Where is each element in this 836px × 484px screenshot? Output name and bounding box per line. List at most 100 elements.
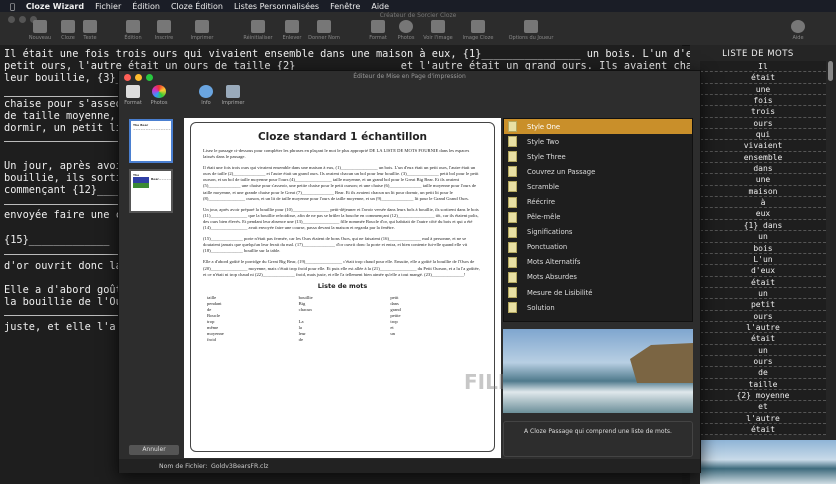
word-list-item[interactable]: {2} moyenne [700,389,826,402]
style-item[interactable]: Ponctuation [504,240,692,255]
word-list-item[interactable]: un [700,231,826,243]
toolbar-player-options[interactable]: Options du Joueur [506,20,556,41]
word-list-item[interactable]: petit [700,299,826,311]
label: Options du Joueur [508,35,554,41]
word-list-item[interactable]: de [700,367,826,379]
style-item[interactable]: Style Two [504,134,692,149]
word-list-item[interactable]: L'un [700,253,826,266]
style-item[interactable]: Significations [504,225,692,240]
word-list-item[interactable]: ours [700,310,826,322]
style-list[interactable]: Style One Style Two Style Three Couvrez un … [503,118,693,322]
toolbar-cloze-image[interactable]: Image Cloze [458,20,498,41]
word-list-item[interactable]: maison [700,185,826,198]
word-list-item[interactable]: trois [700,106,826,118]
word-list-item[interactable]: eux [700,208,826,220]
menu-fenetre[interactable]: Fenêtre [330,2,360,11]
menu-edition[interactable]: Édition [132,2,160,11]
style-label: Style One [527,122,561,131]
photos-button[interactable]: Photos [139,85,179,106]
document-icon [508,166,517,178]
word-list-item[interactable]: ensemble [700,151,826,164]
word-list-item[interactable]: et [700,401,826,413]
menu-cloze-edition[interactable]: Cloze Édition [171,2,223,11]
style-item[interactable]: Pêle-mêle [504,210,692,225]
photos-icon [152,85,166,98]
print-layout-dialog: Éditeur de Mise en Page d'impression For… [118,70,701,473]
scrollbar[interactable] [828,61,833,81]
page-thumbnail-1[interactable]: The Bear~~~~~~~~~~~~~~~~~~~~~~~~~~~~~~~~… [129,119,173,163]
menu-app[interactable]: Cloze Wizard [26,2,84,11]
document-icon [508,256,517,268]
document-icon [508,211,517,223]
document-icon [508,302,517,314]
word-list-item[interactable]: un [700,287,826,300]
style-item[interactable]: Couvrez un Passage [504,164,692,179]
style-label: Mesure de Lisibilité [527,288,593,297]
word-list-item[interactable]: vivaient [700,140,826,152]
label: Imprimer [221,100,245,106]
toolbar-name[interactable]: Donner Nom [304,20,344,41]
style-item[interactable]: Style One [504,119,692,135]
new-icon [33,20,47,33]
style-item[interactable]: Mesure de Lisibilité [504,285,692,300]
word-list-item[interactable]: {1} dans [700,219,826,232]
cancel-button[interactable]: Annuler [129,445,179,455]
page-title: Cloze standard 1 échantillon [257,131,428,143]
word-list-item[interactable]: taille [700,378,826,390]
cliff-shape [630,343,693,383]
blank-line [4,204,122,205]
word-list-item[interactable]: Il [700,61,826,73]
page-word: froid [207,337,216,343]
word-list-item[interactable]: l'autre [700,412,826,424]
style-item[interactable]: Scramble [504,179,692,194]
style-item[interactable]: Mots Alternatifs [504,255,692,270]
style-label: Mots Absurdes [527,273,577,282]
thumb-title: The Bear [133,123,149,127]
word-list-item[interactable]: était [700,276,826,288]
word-list-item[interactable]: ours [700,117,826,130]
dialog-footer: Nom de Fichier: Goldv3BearsFR.clz [119,459,700,473]
word-list-item[interactable]: l'autre [700,321,826,334]
style-item[interactable]: Réécrire [504,194,692,209]
word-list-item[interactable]: une [700,174,826,186]
toolbar-print[interactable]: Imprimer [182,20,222,41]
word-list-item[interactable]: était [700,424,826,436]
page-thumbnail-2[interactable]: The Bear~~~~~~~~~~~~~~~~~~~~~~~~~~~~~~~~… [129,169,173,213]
label: Texte [83,35,97,41]
word-list-item[interactable]: ours [700,355,826,368]
word-list-item[interactable]: à [700,197,826,209]
style-item[interactable]: Style Three [504,149,692,164]
menu-listes[interactable]: Listes Personnalisées [234,2,319,11]
style-item[interactable]: Solution [504,300,692,315]
word-list-item[interactable]: fois [700,95,826,107]
word-list-item[interactable]: bois [700,242,826,254]
label: Aide [792,35,804,41]
page-preview: Cloze standard 1 échantillon Lisez le pa… [184,118,542,458]
style-item[interactable]: Mots Absurdes [504,270,692,285]
word-list-item[interactable]: qui [700,129,826,141]
print-button[interactable]: Imprimer [213,85,253,106]
toolbar-help[interactable]: Aide [778,20,818,41]
toolbar-view-image[interactable]: Voir l'image [418,20,458,41]
apple-menu-icon[interactable]:  [10,2,15,11]
word-list[interactable]: Il était une fois trois ours qui vivaient ensemb… [700,61,826,436]
text-line: de taille moyenne, et [4,110,135,122]
menu-fichier[interactable]: Fichier [95,2,121,11]
word-list-item[interactable]: une [700,83,826,96]
word-list-item[interactable]: un [700,344,826,356]
word-list-item[interactable]: d'eux [700,265,826,277]
word-list-item[interactable]: était [700,333,826,345]
page-paragraph: (15)______________ porte n'était pas fer… [203,236,468,254]
printer-icon [226,85,240,98]
word-list-item[interactable]: était [700,72,826,84]
document-icon [508,287,517,299]
word-list-item[interactable]: dans [700,163,826,175]
toolbar-save[interactable]: Inscrire [144,20,184,41]
blank-line [4,141,122,142]
text-line: Il était une fois trois ours qui vivaien… [4,48,761,60]
document-icon [508,136,517,148]
toolbar-text[interactable]: Texte [70,20,110,41]
style-label: Réécrire [527,198,556,207]
preview-photo [503,329,693,413]
menu-aide[interactable]: Aide [371,2,389,11]
